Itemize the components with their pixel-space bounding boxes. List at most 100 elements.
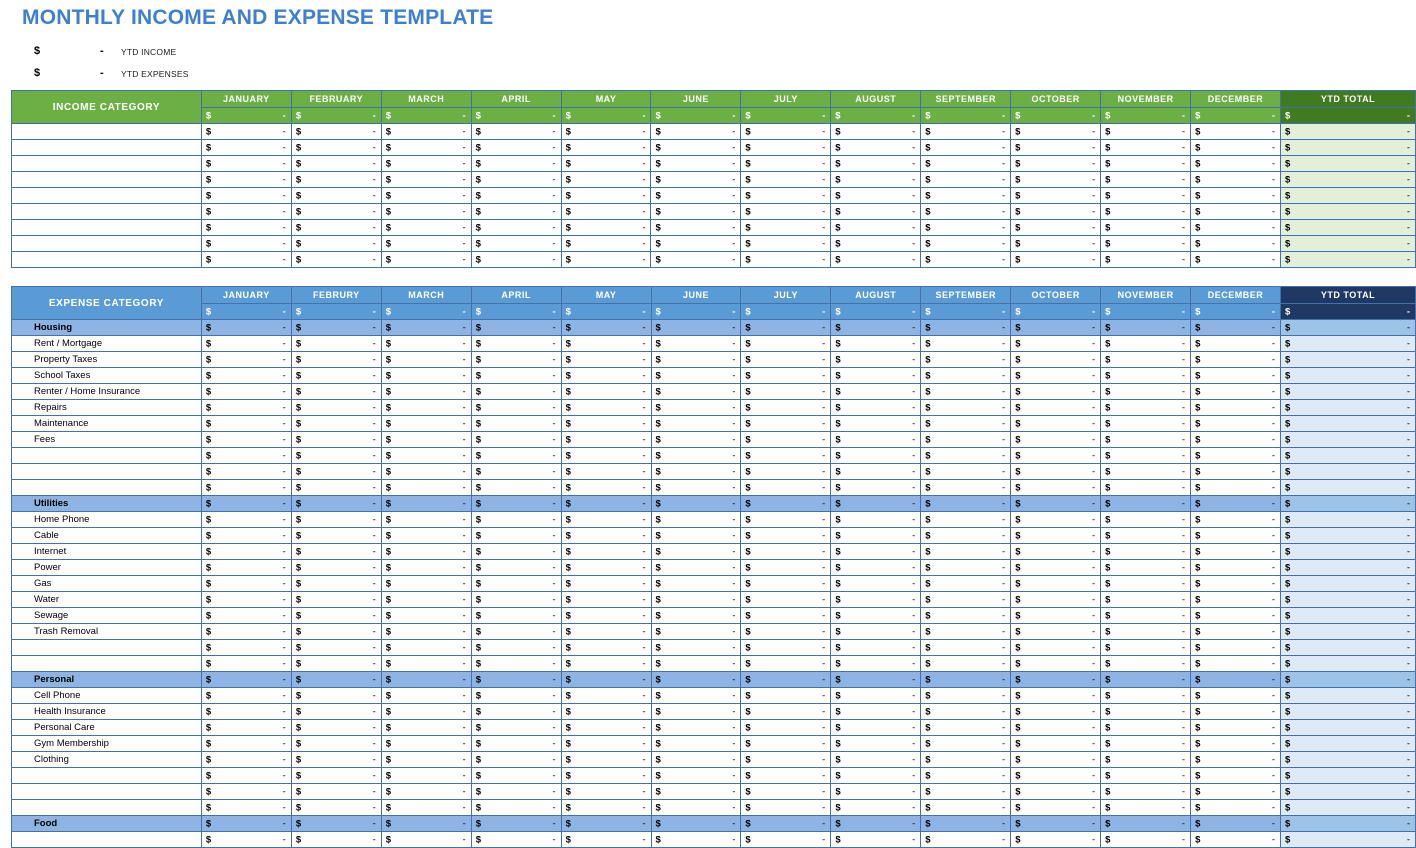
month-cell[interactable]: $ - xyxy=(560,431,652,448)
month-cell[interactable]: $ - xyxy=(1010,351,1102,368)
month-cell[interactable]: $ - xyxy=(470,671,562,688)
month-cell[interactable]: $ - xyxy=(1190,495,1282,512)
table-row[interactable]: $ - $ - $ - $ - $ - $ - $ - $ - $ - $ - $ - $ - $ - xyxy=(11,187,1416,204)
month-cell[interactable]: $ - xyxy=(470,335,562,352)
month-cell[interactable]: $ - xyxy=(920,639,1012,656)
table-row[interactable]: Power $ - $ - $ - $ - $ - $ - $ - $ - $ - $ - $ - $ - $ - xyxy=(11,559,1416,576)
month-cell[interactable]: $ - xyxy=(470,655,562,672)
row-ytd-cell[interactable]: $ - xyxy=(1280,607,1416,624)
month-cell[interactable]: $ - xyxy=(200,187,292,204)
month-cell[interactable]: $ - xyxy=(1010,155,1102,172)
row-label[interactable]: Water xyxy=(11,591,202,608)
month-cell[interactable]: $ - xyxy=(740,139,832,156)
month-cell[interactable]: $ - xyxy=(650,623,742,640)
month-cell[interactable]: $ - xyxy=(1190,399,1282,416)
month-cell[interactable]: $ - xyxy=(560,607,652,624)
month-cell[interactable]: $ - xyxy=(380,591,472,608)
table-row[interactable]: Sewage $ - $ - $ - $ - $ - $ - $ - $ - $ - $ - $ - $ - $ - xyxy=(11,607,1416,624)
month-cell[interactable]: $ - xyxy=(470,139,562,156)
table-row[interactable]: Repairs $ - $ - $ - $ - $ - $ - $ - $ - $ - $ - $ - $ - $ - xyxy=(11,399,1416,416)
month-cell[interactable]: $ - xyxy=(650,815,742,832)
month-cell[interactable]: $ - xyxy=(1010,383,1102,400)
month-cell[interactable]: $ - xyxy=(830,235,922,252)
row-ytd-cell[interactable]: $ - xyxy=(1280,815,1416,832)
row-label[interactable]: Trash Removal xyxy=(11,623,202,640)
month-cell[interactable]: $ - xyxy=(560,383,652,400)
month-cell[interactable]: $ - xyxy=(830,575,922,592)
month-cell[interactable]: $ - xyxy=(1010,799,1102,816)
month-cell[interactable]: $ - xyxy=(470,799,562,816)
section-label[interactable]: Utilities xyxy=(11,495,202,512)
month-cell[interactable]: $ - xyxy=(560,543,652,560)
month-cell[interactable]: $ - xyxy=(560,511,652,528)
row-ytd-cell[interactable]: $ - xyxy=(1280,575,1416,592)
month-cell[interactable]: $ - xyxy=(1190,575,1282,592)
month-cell[interactable]: $ - xyxy=(290,319,382,336)
row-ytd-cell[interactable]: $ - xyxy=(1280,799,1416,816)
month-cell[interactable]: $ - xyxy=(380,719,472,736)
month-cell[interactable]: $ - xyxy=(380,187,472,204)
month-cell[interactable]: $ - xyxy=(380,815,472,832)
month-cell[interactable]: $ - xyxy=(1190,187,1282,204)
month-cell[interactable]: $ - xyxy=(830,415,922,432)
month-cell[interactable]: $ - xyxy=(740,511,832,528)
table-row[interactable]: Gas $ - $ - $ - $ - $ - $ - $ - $ - $ - $ - $ - $ - $ - xyxy=(11,575,1416,592)
row-ytd-cell[interactable]: $ - xyxy=(1280,783,1416,800)
month-cell[interactable]: $ - xyxy=(830,543,922,560)
month-cell[interactable]: $ - xyxy=(650,575,742,592)
row-ytd-cell[interactable]: $ - xyxy=(1280,655,1416,672)
table-row[interactable]: Personal Care $ - $ - $ - $ - $ - $ - $ - $ - $ - $ - $ - $ - $ - xyxy=(11,719,1416,736)
month-cell[interactable]: $ - xyxy=(920,623,1012,640)
section-row[interactable]: Personal $ - $ - $ - $ - $ - $ - $ - $ - $ - $ - $ - $ - $ - xyxy=(11,671,1416,688)
expense-table[interactable]: EXPENSE CATEGORY JANUARY FEBRURY MARCH APRIL… xyxy=(11,286,1416,848)
month-cell[interactable]: $ - xyxy=(920,543,1012,560)
month-cell[interactable]: $ - xyxy=(830,463,922,480)
month-cell[interactable]: $ - xyxy=(290,799,382,816)
month-cell[interactable]: $ - xyxy=(1100,607,1192,624)
month-cell[interactable]: $ - xyxy=(380,751,472,768)
month-cell[interactable]: $ - xyxy=(740,187,832,204)
month-cell[interactable]: $ - xyxy=(740,203,832,220)
month-cell[interactable]: $ - xyxy=(200,383,292,400)
month-cell[interactable]: $ - xyxy=(470,155,562,172)
month-cell[interactable]: $ - xyxy=(1190,219,1282,236)
month-cell[interactable]: $ - xyxy=(1100,671,1192,688)
month-cell[interactable]: $ - xyxy=(740,751,832,768)
row-ytd-cell[interactable]: $ - xyxy=(1280,155,1416,172)
month-cell[interactable]: $ - xyxy=(830,203,922,220)
month-cell[interactable]: $ - xyxy=(1190,123,1282,140)
month-cell[interactable]: $ - xyxy=(470,187,562,204)
month-cell[interactable]: $ - xyxy=(1010,479,1102,496)
month-cell[interactable]: $ - xyxy=(470,479,562,496)
row-ytd-cell[interactable]: $ - xyxy=(1280,687,1416,704)
month-cell[interactable]: $ - xyxy=(470,431,562,448)
row-label[interactable] xyxy=(11,463,202,480)
month-cell[interactable]: $ - xyxy=(1100,463,1192,480)
section-row[interactable]: Housing $ - $ - $ - $ - $ - $ - $ - $ - $ - $ - $ - $ - $ - xyxy=(11,319,1416,336)
month-cell[interactable]: $ - xyxy=(650,799,742,816)
month-cell[interactable]: $ - xyxy=(200,511,292,528)
row-ytd-cell[interactable]: $ - xyxy=(1280,751,1416,768)
month-cell[interactable]: $ - xyxy=(920,719,1012,736)
month-cell[interactable]: $ - xyxy=(1190,139,1282,156)
month-cell[interactable]: $ - xyxy=(560,559,652,576)
month-cell[interactable]: $ - xyxy=(1010,559,1102,576)
table-row[interactable]: $ - $ - $ - $ - $ - $ - $ - $ - $ - $ - $ - $ - $ - xyxy=(11,203,1416,220)
month-cell[interactable]: $ - xyxy=(650,351,742,368)
row-label[interactable] xyxy=(11,655,202,672)
row-label[interactable]: School Taxes xyxy=(11,367,202,384)
row-ytd-cell[interactable]: $ - xyxy=(1280,447,1416,464)
month-cell[interactable]: $ - xyxy=(1100,415,1192,432)
row-ytd-cell[interactable]: $ - xyxy=(1280,335,1416,352)
month-cell[interactable]: $ - xyxy=(920,703,1012,720)
row-label[interactable]: Repairs xyxy=(11,399,202,416)
month-cell[interactable]: $ - xyxy=(560,527,652,544)
month-cell[interactable]: $ - xyxy=(200,319,292,336)
month-cell[interactable]: $ - xyxy=(380,479,472,496)
month-cell[interactable]: $ - xyxy=(290,639,382,656)
row-label[interactable]: Sewage xyxy=(11,607,202,624)
month-cell[interactable]: $ - xyxy=(560,719,652,736)
month-cell[interactable]: $ - xyxy=(1190,607,1282,624)
month-cell[interactable]: $ - xyxy=(290,831,382,848)
month-cell[interactable]: $ - xyxy=(380,431,472,448)
